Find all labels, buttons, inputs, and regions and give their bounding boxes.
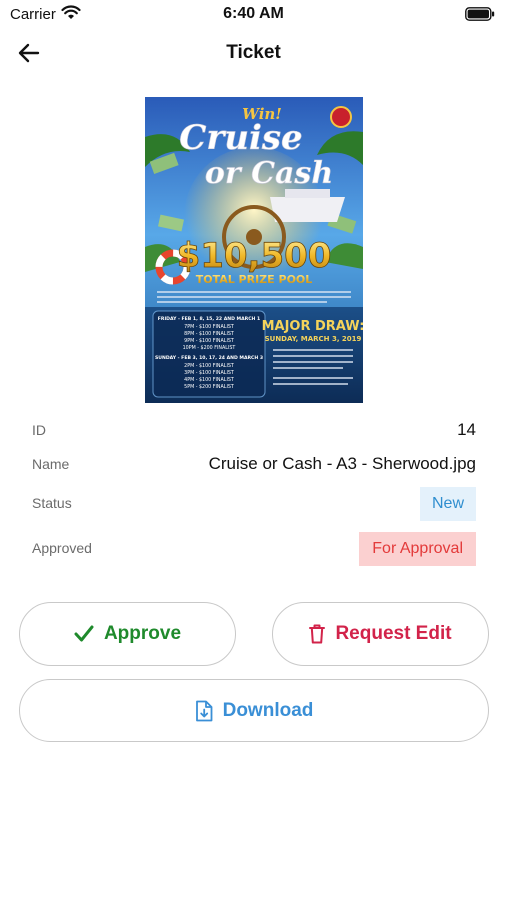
nav-bar: Ticket bbox=[0, 30, 507, 76]
trash-icon bbox=[309, 624, 326, 644]
status-time: 6:40 AM bbox=[223, 5, 284, 22]
poster-major-date: SUNDAY, MARCH 3, 2019 bbox=[265, 335, 362, 343]
name-value: Cruise or Cash - A3 - Sherwood.jpg bbox=[208, 454, 476, 473]
poster-major-draw: MAJOR DRAW: bbox=[262, 319, 363, 334]
detail-row-status: Status New bbox=[32, 487, 478, 521]
poster-sunday-line: 3PM - $100 FINALIST bbox=[184, 370, 234, 376]
poster-sunday-line: 2PM - $100 FINALIST bbox=[184, 363, 234, 369]
approve-label: Approve bbox=[103, 623, 182, 644]
approval-badge: For Approval bbox=[359, 532, 476, 566]
ticket-image: Win! Cruise or Cash $10,500 TOTAL PRIZE … bbox=[145, 97, 363, 403]
poster-friday-line: 10PM - $200 FINALIST bbox=[183, 345, 236, 351]
approved-label: Approved bbox=[32, 540, 92, 556]
battery-icon bbox=[465, 7, 495, 21]
poster-friday-header: FRIDAY - FEB 1, 8, 15, 22 AND MARCH 1 bbox=[158, 316, 260, 322]
detail-row-id: ID 14 bbox=[32, 414, 478, 448]
poster-prize-label: TOTAL PRIZE POOL bbox=[196, 273, 313, 286]
poster-sunday-line: 4PM - $100 FINALIST bbox=[184, 377, 234, 383]
poster-friday-line: 7PM - $100 FINALIST bbox=[184, 324, 234, 330]
file-download-icon bbox=[195, 700, 213, 721]
download-button[interactable]: Download bbox=[19, 679, 489, 742]
poster-sunday-line: 5PM - $200 FINALIST bbox=[184, 384, 234, 390]
request-edit-button[interactable]: Request Edit bbox=[272, 602, 489, 666]
poster-sunday-header: SUNDAY - FEB 3, 10, 17, 24 AND MARCH 3 bbox=[155, 355, 263, 361]
detail-row-approved: Approved For Approval bbox=[32, 532, 478, 566]
download-label: Download bbox=[222, 699, 314, 721]
status-label: Status bbox=[32, 495, 72, 511]
name-label: Name bbox=[32, 456, 70, 472]
poster-line2: or Cash bbox=[205, 156, 333, 191]
request-edit-label: Request Edit bbox=[335, 623, 452, 644]
detail-row-name: Name Cruise or Cash - A3 - Sherwood.jpg bbox=[32, 448, 478, 482]
approve-button[interactable]: Approve bbox=[19, 602, 236, 666]
status-bar: Carrier 6:40 AM bbox=[0, 0, 507, 30]
id-label: ID bbox=[32, 422, 46, 438]
poster-amount: $10,500 bbox=[177, 236, 332, 276]
id-value: 14 bbox=[457, 420, 476, 439]
poster-line1: Cruise bbox=[179, 118, 302, 158]
page-title: Ticket bbox=[226, 42, 281, 63]
poster-friday-line: 8PM - $100 FINALIST bbox=[184, 331, 234, 337]
poster-friday-line: 9PM - $100 FINALIST bbox=[184, 338, 234, 344]
check-icon bbox=[74, 625, 94, 642]
status-badge: New bbox=[419, 487, 476, 521]
